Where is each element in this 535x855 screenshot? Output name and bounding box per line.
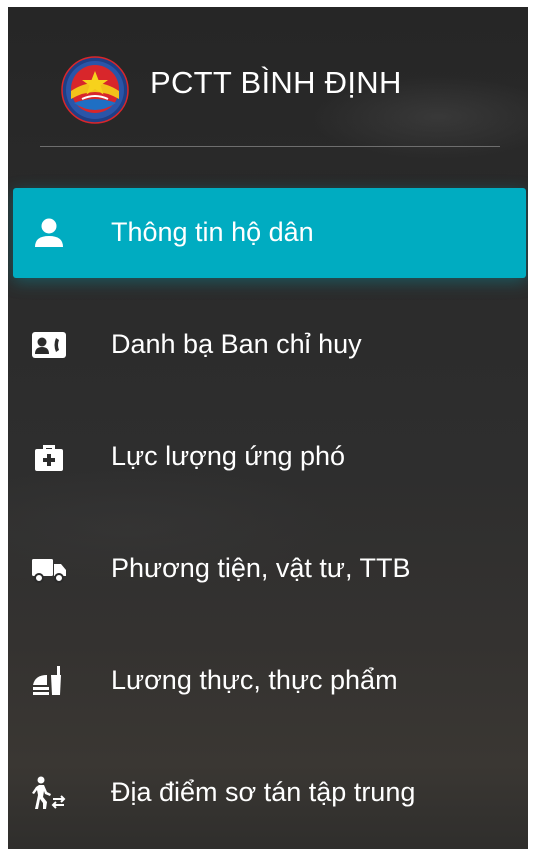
- food-icon: [33, 666, 61, 695]
- sidebar-item-luong-thuc-thuc-pham[interactable]: Lương thực, thực phẩm: [13, 636, 526, 726]
- sidebar-item-label: Danh bạ Ban chỉ huy: [111, 329, 362, 359]
- sidebar-item-label: Địa điểm sơ tán tập trung: [111, 777, 416, 807]
- medical-kit-icon: [35, 445, 63, 471]
- sidebar-brand[interactable]: PCTT BÌNH ĐỊNH: [8, 7, 528, 147]
- sidebar-item-thong-tin-ho-dan[interactable]: Thông tin hộ dân: [13, 188, 526, 278]
- evacuation-icon: [32, 776, 66, 809]
- brand-title: PCTT BÌNH ĐỊNH: [150, 65, 402, 100]
- sidebar-item-dia-diem-so-tan-tap-trung[interactable]: Địa điểm sơ tán tập trung: [13, 748, 526, 838]
- pctt-emblem-icon: [61, 56, 129, 124]
- truck-icon: [32, 559, 66, 583]
- sidebar: PCTT BÌNH ĐỊNH Thông tin hộ dân Danh bạ …: [8, 7, 528, 849]
- sidebar-item-danh-ba-ban-chi-huy[interactable]: Danh bạ Ban chỉ huy: [13, 300, 526, 390]
- sidebar-item-label: Thông tin hộ dân: [111, 217, 314, 247]
- brand-divider: [40, 146, 500, 147]
- page-frame: PCTT BÌNH ĐỊNH Thông tin hộ dân Danh bạ …: [0, 0, 535, 855]
- sidebar-item-label: Lực lượng ứng phó: [111, 441, 346, 471]
- person-icon: [35, 218, 63, 247]
- sidebar-item-luc-luong-ung-pho[interactable]: Lực lượng ứng phó: [13, 412, 526, 502]
- sidebar-item-phuong-tien-vat-tu-ttb[interactable]: Phương tiện, vật tư, TTB: [13, 524, 526, 614]
- sidebar-item-label: Lương thực, thực phẩm: [111, 665, 398, 695]
- sidebar-item-label: Phương tiện, vật tư, TTB: [111, 553, 411, 583]
- contact-card-icon: [32, 332, 66, 358]
